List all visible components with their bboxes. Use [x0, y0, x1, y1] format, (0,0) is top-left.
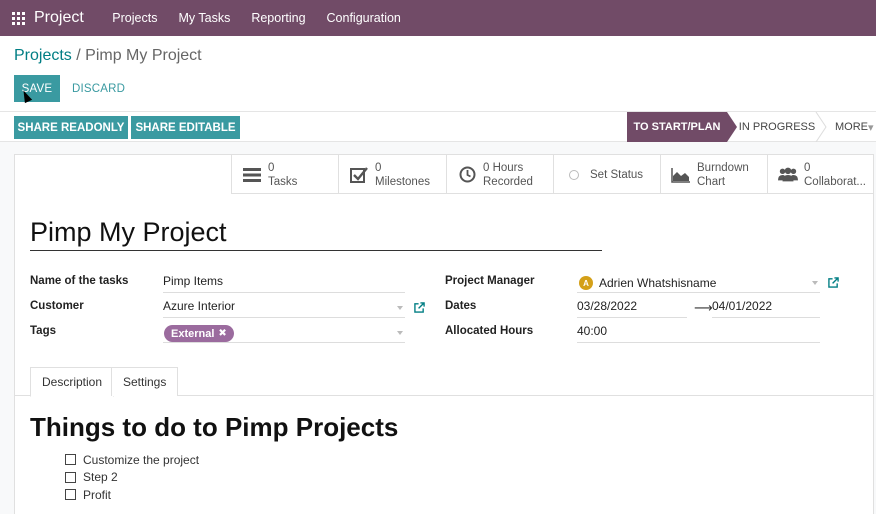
checkbox[interactable] [65, 454, 76, 466]
tag-external-label: External [171, 327, 215, 340]
grid-icon [11, 11, 25, 25]
breadcrumb-current: Pimp My Project [85, 47, 202, 64]
stage-to-start-plan[interactable]: TO START/PLAN [627, 112, 737, 142]
share-editable-button[interactable]: SHARE EDITABLE [131, 116, 240, 139]
menu-reporting[interactable]: Reporting [241, 0, 316, 36]
project-name-input[interactable]: Pimp My Project [30, 217, 602, 251]
tasks-smart-button[interactable]: 0 Tasks [231, 155, 338, 194]
customer-select[interactable]: Azure Interior [163, 298, 405, 318]
hours-label: Recorded [483, 175, 533, 188]
tab-settings[interactable]: Settings [111, 367, 179, 396]
date-end-input[interactable]: 04/01/2022 [712, 298, 820, 318]
dates-label: Dates [445, 300, 477, 312]
app-brand[interactable]: Project [34, 9, 84, 27]
date-range-arrow-icon: ⟶ [694, 300, 713, 315]
tasks-icon [242, 165, 262, 185]
breadcrumb-projects[interactable]: Projects [14, 47, 72, 64]
top-navbar: Project Projects My Tasks Reporting Conf… [0, 0, 876, 36]
description-heading[interactable]: Things to do to Pimp Projects [30, 412, 398, 443]
hours-count: 0 Hours [483, 161, 524, 174]
description-checklist: Customize the project Step 2 Profit [65, 451, 199, 504]
stage-separator-icon [815, 112, 827, 142]
date-start-input[interactable]: 03/28/2022 [577, 298, 687, 318]
manager-avatar: A [579, 276, 593, 290]
burndown-line1: Burndown [697, 161, 749, 174]
stage-in-progress[interactable]: IN PROGRESS [737, 112, 817, 142]
set-status-label: Set Status [590, 168, 644, 181]
project-manager-value: Adrien Whatshisname [599, 276, 717, 290]
tasks-name-label: Name of the tasks [30, 275, 129, 287]
checklist-item-label: Profit [83, 487, 112, 502]
checklist-item-label: Customize the project [83, 452, 200, 467]
tab-description[interactable]: Description [30, 367, 115, 397]
collaborators-count: 0 [804, 161, 811, 174]
smart-buttons: 0 Tasks 0 Milestones 0 Hours Recorded Set S… [231, 155, 874, 194]
burndown-line2: Chart [697, 175, 726, 188]
manager-dropdown-icon[interactable] [812, 281, 818, 285]
form-sheet: 0 Tasks 0 Milestones 0 Hours Recorded Set S… [14, 154, 874, 514]
list-item: Step 2 [65, 469, 199, 487]
share-readonly-button[interactable]: SHARE READONLY [14, 116, 128, 139]
breadcrumb-separator: / [71, 47, 86, 64]
save-button[interactable]: SAVE [14, 75, 60, 102]
top-menu: Projects My Tasks Reporting Configuratio… [102, 0, 412, 36]
project-manager-label: Project Manager [445, 275, 535, 287]
customer-external-link-icon[interactable] [414, 302, 425, 313]
form-statusbar: SHARE READONLY SHARE EDITABLE TO START/P… [0, 112, 876, 142]
checklist-item-label: Step 2 [83, 470, 118, 485]
discard-button[interactable]: DISCARD [66, 75, 131, 102]
allocated-hours-label: Allocated Hours [445, 325, 534, 337]
collaborators-label: Collaborat... [804, 175, 867, 188]
clock-icon [457, 165, 477, 185]
collaborators-smart-button[interactable]: 0 Collaborat... [767, 155, 874, 194]
milestones-label: Milestones [375, 175, 430, 188]
breadcrumb: Projects / Pimp My Project [14, 47, 202, 65]
set-status-smart-button[interactable]: Set Status [553, 155, 660, 194]
apps-menu-icon[interactable] [0, 0, 36, 36]
menu-projects[interactable]: Projects [102, 0, 168, 36]
menu-my-tasks[interactable]: My Tasks [168, 0, 241, 36]
customer-label: Customer [30, 300, 84, 312]
users-icon [778, 165, 798, 185]
list-item: Profit [65, 486, 199, 504]
milestones-count: 0 [375, 161, 382, 174]
burndown-chart-smart-button[interactable]: Burndown Chart [660, 155, 767, 194]
tasks-name-input[interactable]: Pimp Items [163, 273, 405, 293]
customer-dropdown-icon[interactable] [397, 306, 403, 310]
notebook-tabs: Description Settings [15, 367, 873, 397]
check-square-icon [349, 165, 369, 185]
list-item: Customize the project [65, 451, 199, 469]
area-chart-icon [671, 165, 691, 185]
checkbox[interactable] [65, 471, 76, 483]
tasks-label: Tasks [268, 175, 298, 188]
control-panel: Projects / Pimp My Project SAVE DISCARD [0, 36, 876, 112]
stage-more-dropdown[interactable]: MORE [835, 112, 874, 142]
milestones-smart-button[interactable]: 0 Milestones [338, 155, 446, 194]
status-circle-icon [564, 165, 584, 185]
tag-external[interactable]: External ✖ [164, 325, 234, 342]
manager-external-link-icon[interactable] [828, 277, 839, 288]
hours-recorded-smart-button[interactable]: 0 Hours Recorded [446, 155, 553, 194]
menu-configuration[interactable]: Configuration [316, 0, 411, 36]
allocated-hours-input[interactable]: 40:00 [577, 323, 820, 343]
tags-label: Tags [30, 325, 56, 337]
checkbox[interactable] [65, 489, 76, 501]
tags-dropdown-icon[interactable] [397, 331, 403, 335]
remove-tag-icon[interactable]: ✖ [218, 328, 226, 339]
tasks-count: 0 [268, 161, 275, 174]
